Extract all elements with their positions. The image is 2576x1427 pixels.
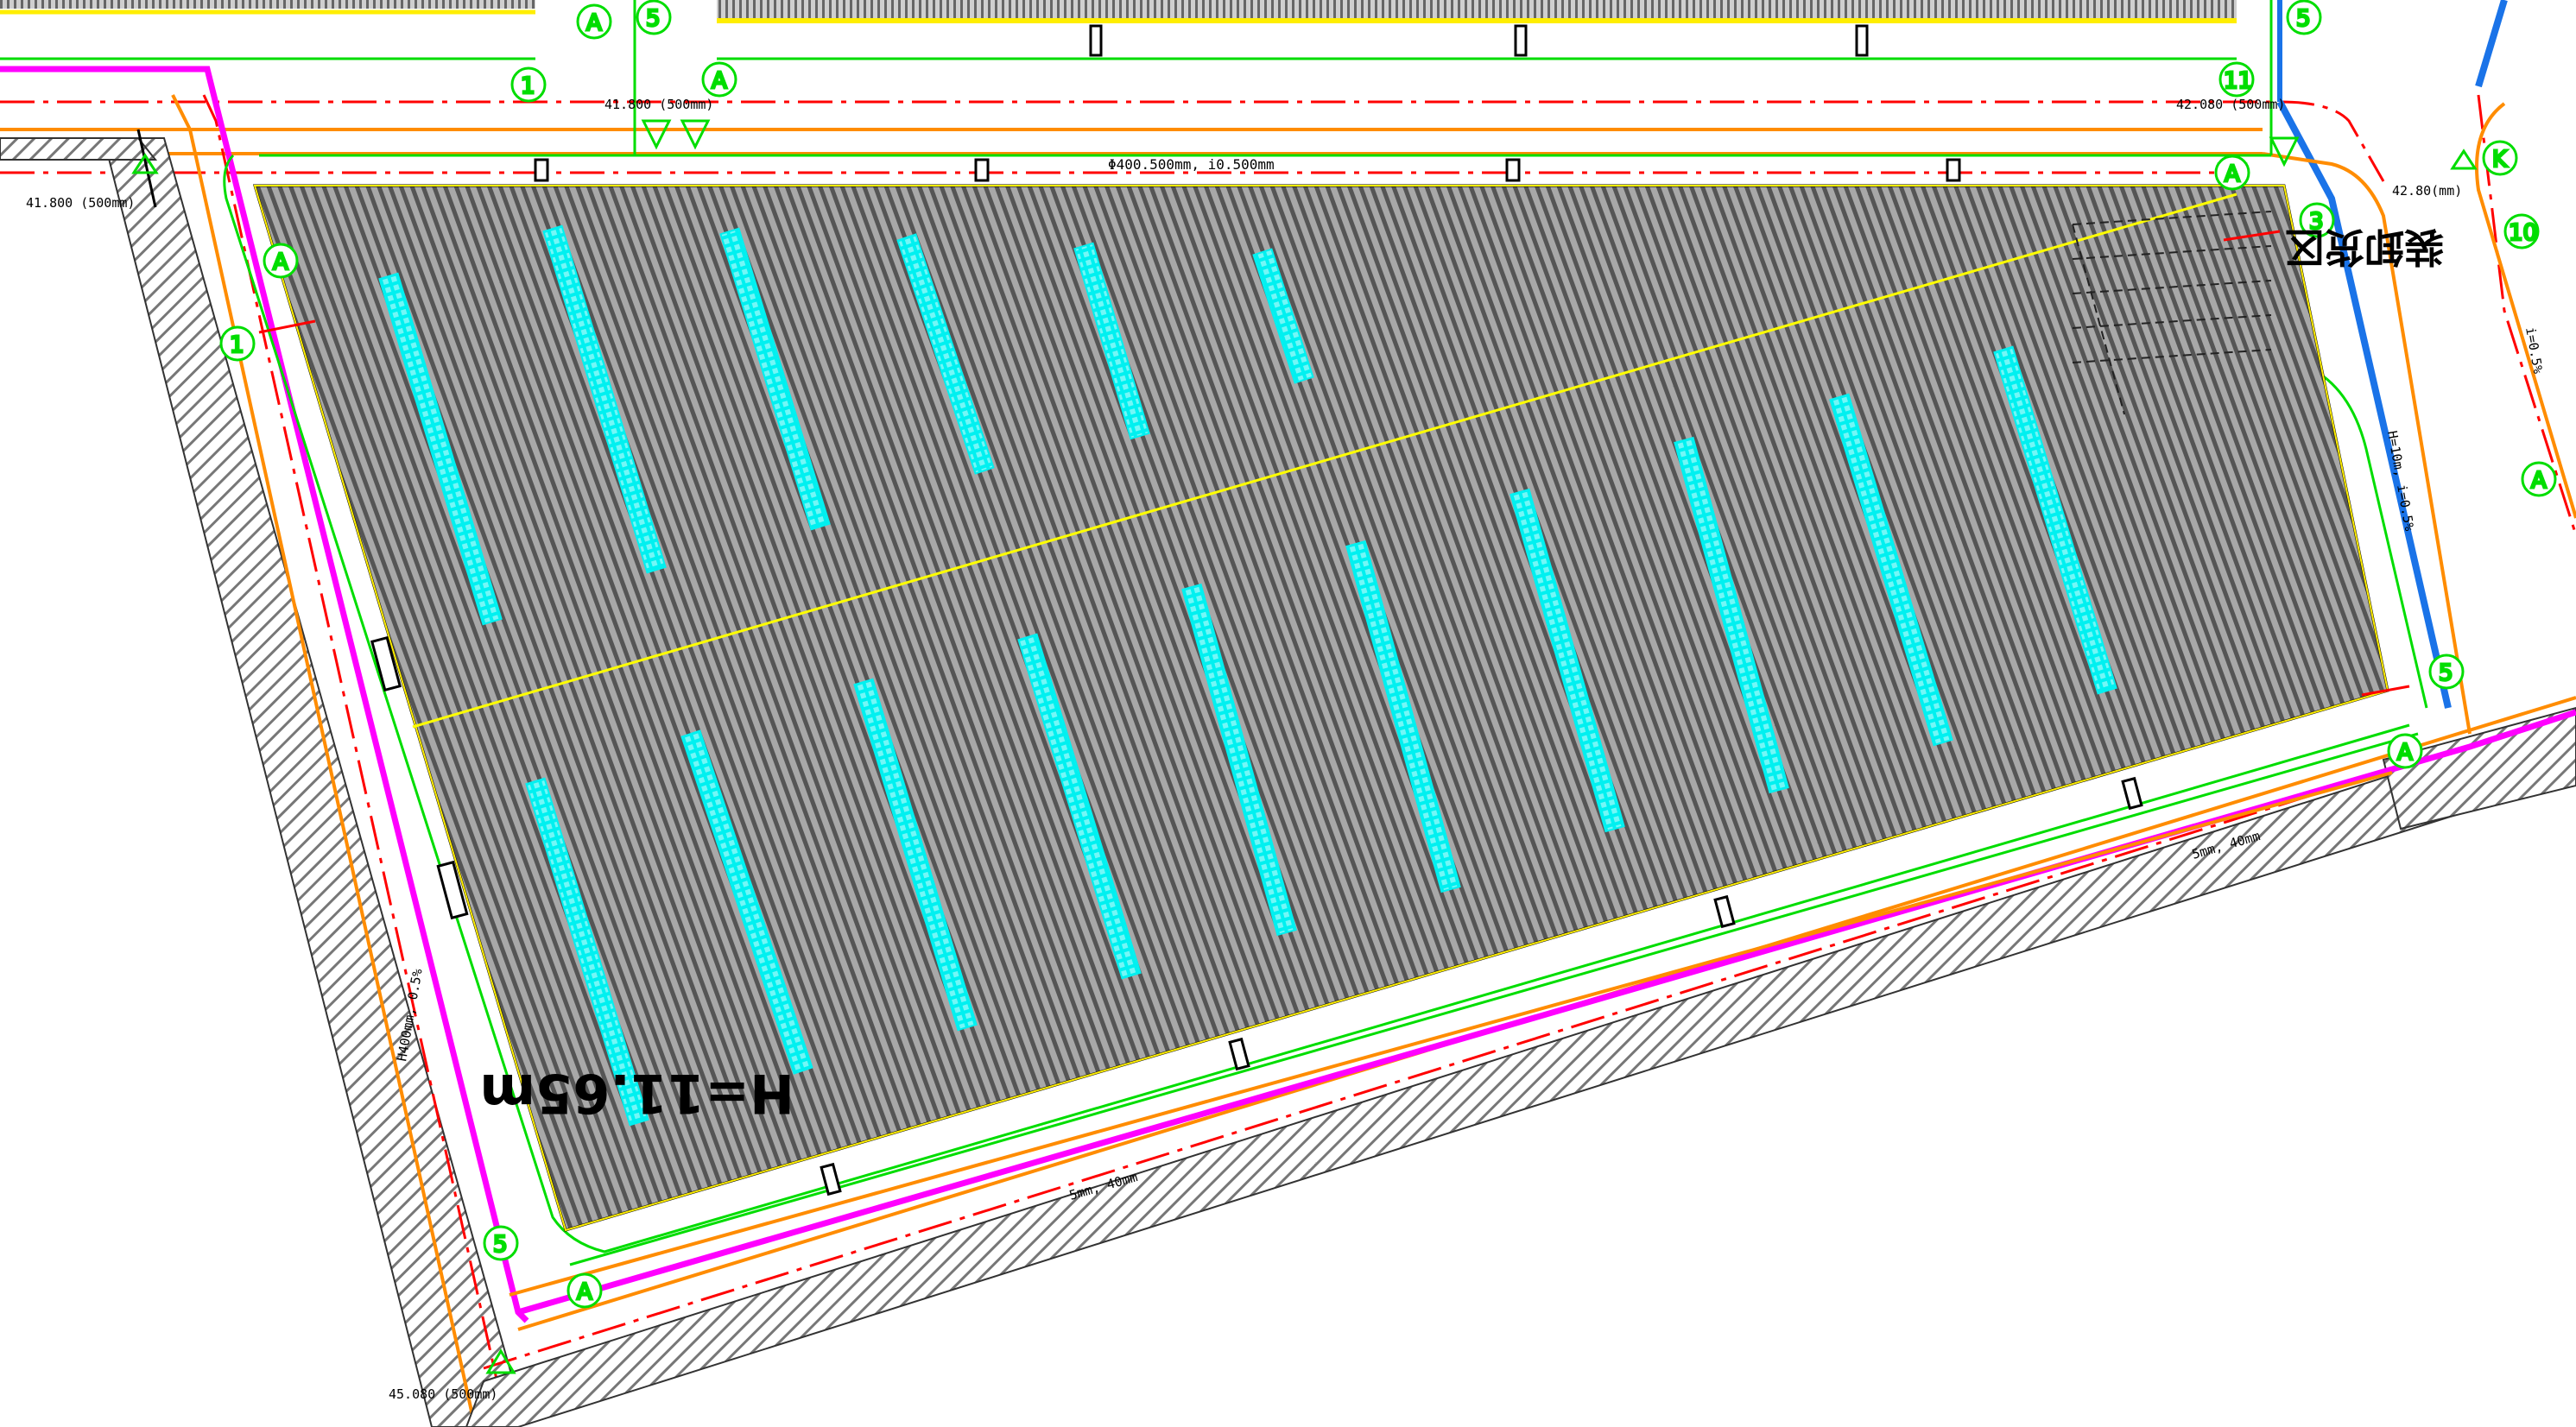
marker-11: 11 <box>2218 61 2255 98</box>
site-plan-drawing: 1 A 5 A 5 11 K 10 A 3 A 1 A 5 A 5 A Φ400… <box>0 0 2576 1427</box>
svg-text:A: A <box>2397 740 2413 766</box>
marker-A-mid: A <box>701 61 737 98</box>
svg-text:5: 5 <box>493 1232 508 1258</box>
label-top-mid-elev: 41.800 (500mm) <box>604 97 713 112</box>
marker-5-right: 5 <box>2286 0 2322 35</box>
top-neighbour-building <box>0 0 2237 60</box>
marker-A-sw: A <box>566 1272 603 1309</box>
marker-10: 10 <box>2503 213 2540 249</box>
marker-K: K <box>2482 140 2518 176</box>
marker-A-left: A <box>263 243 299 279</box>
svg-text:A: A <box>2225 161 2240 187</box>
svg-text:A: A <box>712 68 727 94</box>
marker-A-east: A <box>2387 733 2423 769</box>
marker-5-top: 5 <box>636 0 672 35</box>
marker-5-sw: 5 <box>483 1225 519 1261</box>
label-bottom-left-elev: 45.080 (500mm) <box>389 1386 497 1402</box>
svg-text:A: A <box>577 1279 592 1305</box>
svg-text:11: 11 <box>2224 68 2252 94</box>
marker-5-east: 5 <box>2428 654 2465 690</box>
svg-text:A: A <box>586 10 602 36</box>
svg-text:10: 10 <box>2509 220 2537 246</box>
svg-text:1: 1 <box>521 73 535 99</box>
svg-text:5: 5 <box>2439 660 2453 686</box>
label-right-top-elev: 42.80(mm) <box>2392 183 2462 199</box>
svg-text:A: A <box>273 249 288 275</box>
marker-1-left: 1 <box>219 325 256 362</box>
svg-text:5: 5 <box>646 6 661 32</box>
svg-text:A: A <box>2531 468 2547 494</box>
label-right-vertical: H=10m, i=0.5% <box>2384 430 2417 533</box>
roof-height-label: H=11.65m <box>479 1062 794 1125</box>
svg-text:K: K <box>2492 147 2508 173</box>
label-top-center: Φ400.500mm, i0.500mm <box>1108 156 1275 173</box>
marker-A-right: A <box>2521 461 2557 497</box>
svg-text:1: 1 <box>230 332 244 358</box>
loading-zone-label: 装卸货区 <box>2285 224 2444 270</box>
svg-text:5: 5 <box>2296 6 2311 32</box>
marker-A-corner: A <box>2214 155 2250 191</box>
marker-A-top: A <box>576 3 612 40</box>
label-top-left-elev: 41.800 (500mm) <box>26 195 135 211</box>
label-top-right-elev: 42.080 (500mm) <box>2176 97 2285 112</box>
marker-1-top: 1 <box>510 66 547 103</box>
